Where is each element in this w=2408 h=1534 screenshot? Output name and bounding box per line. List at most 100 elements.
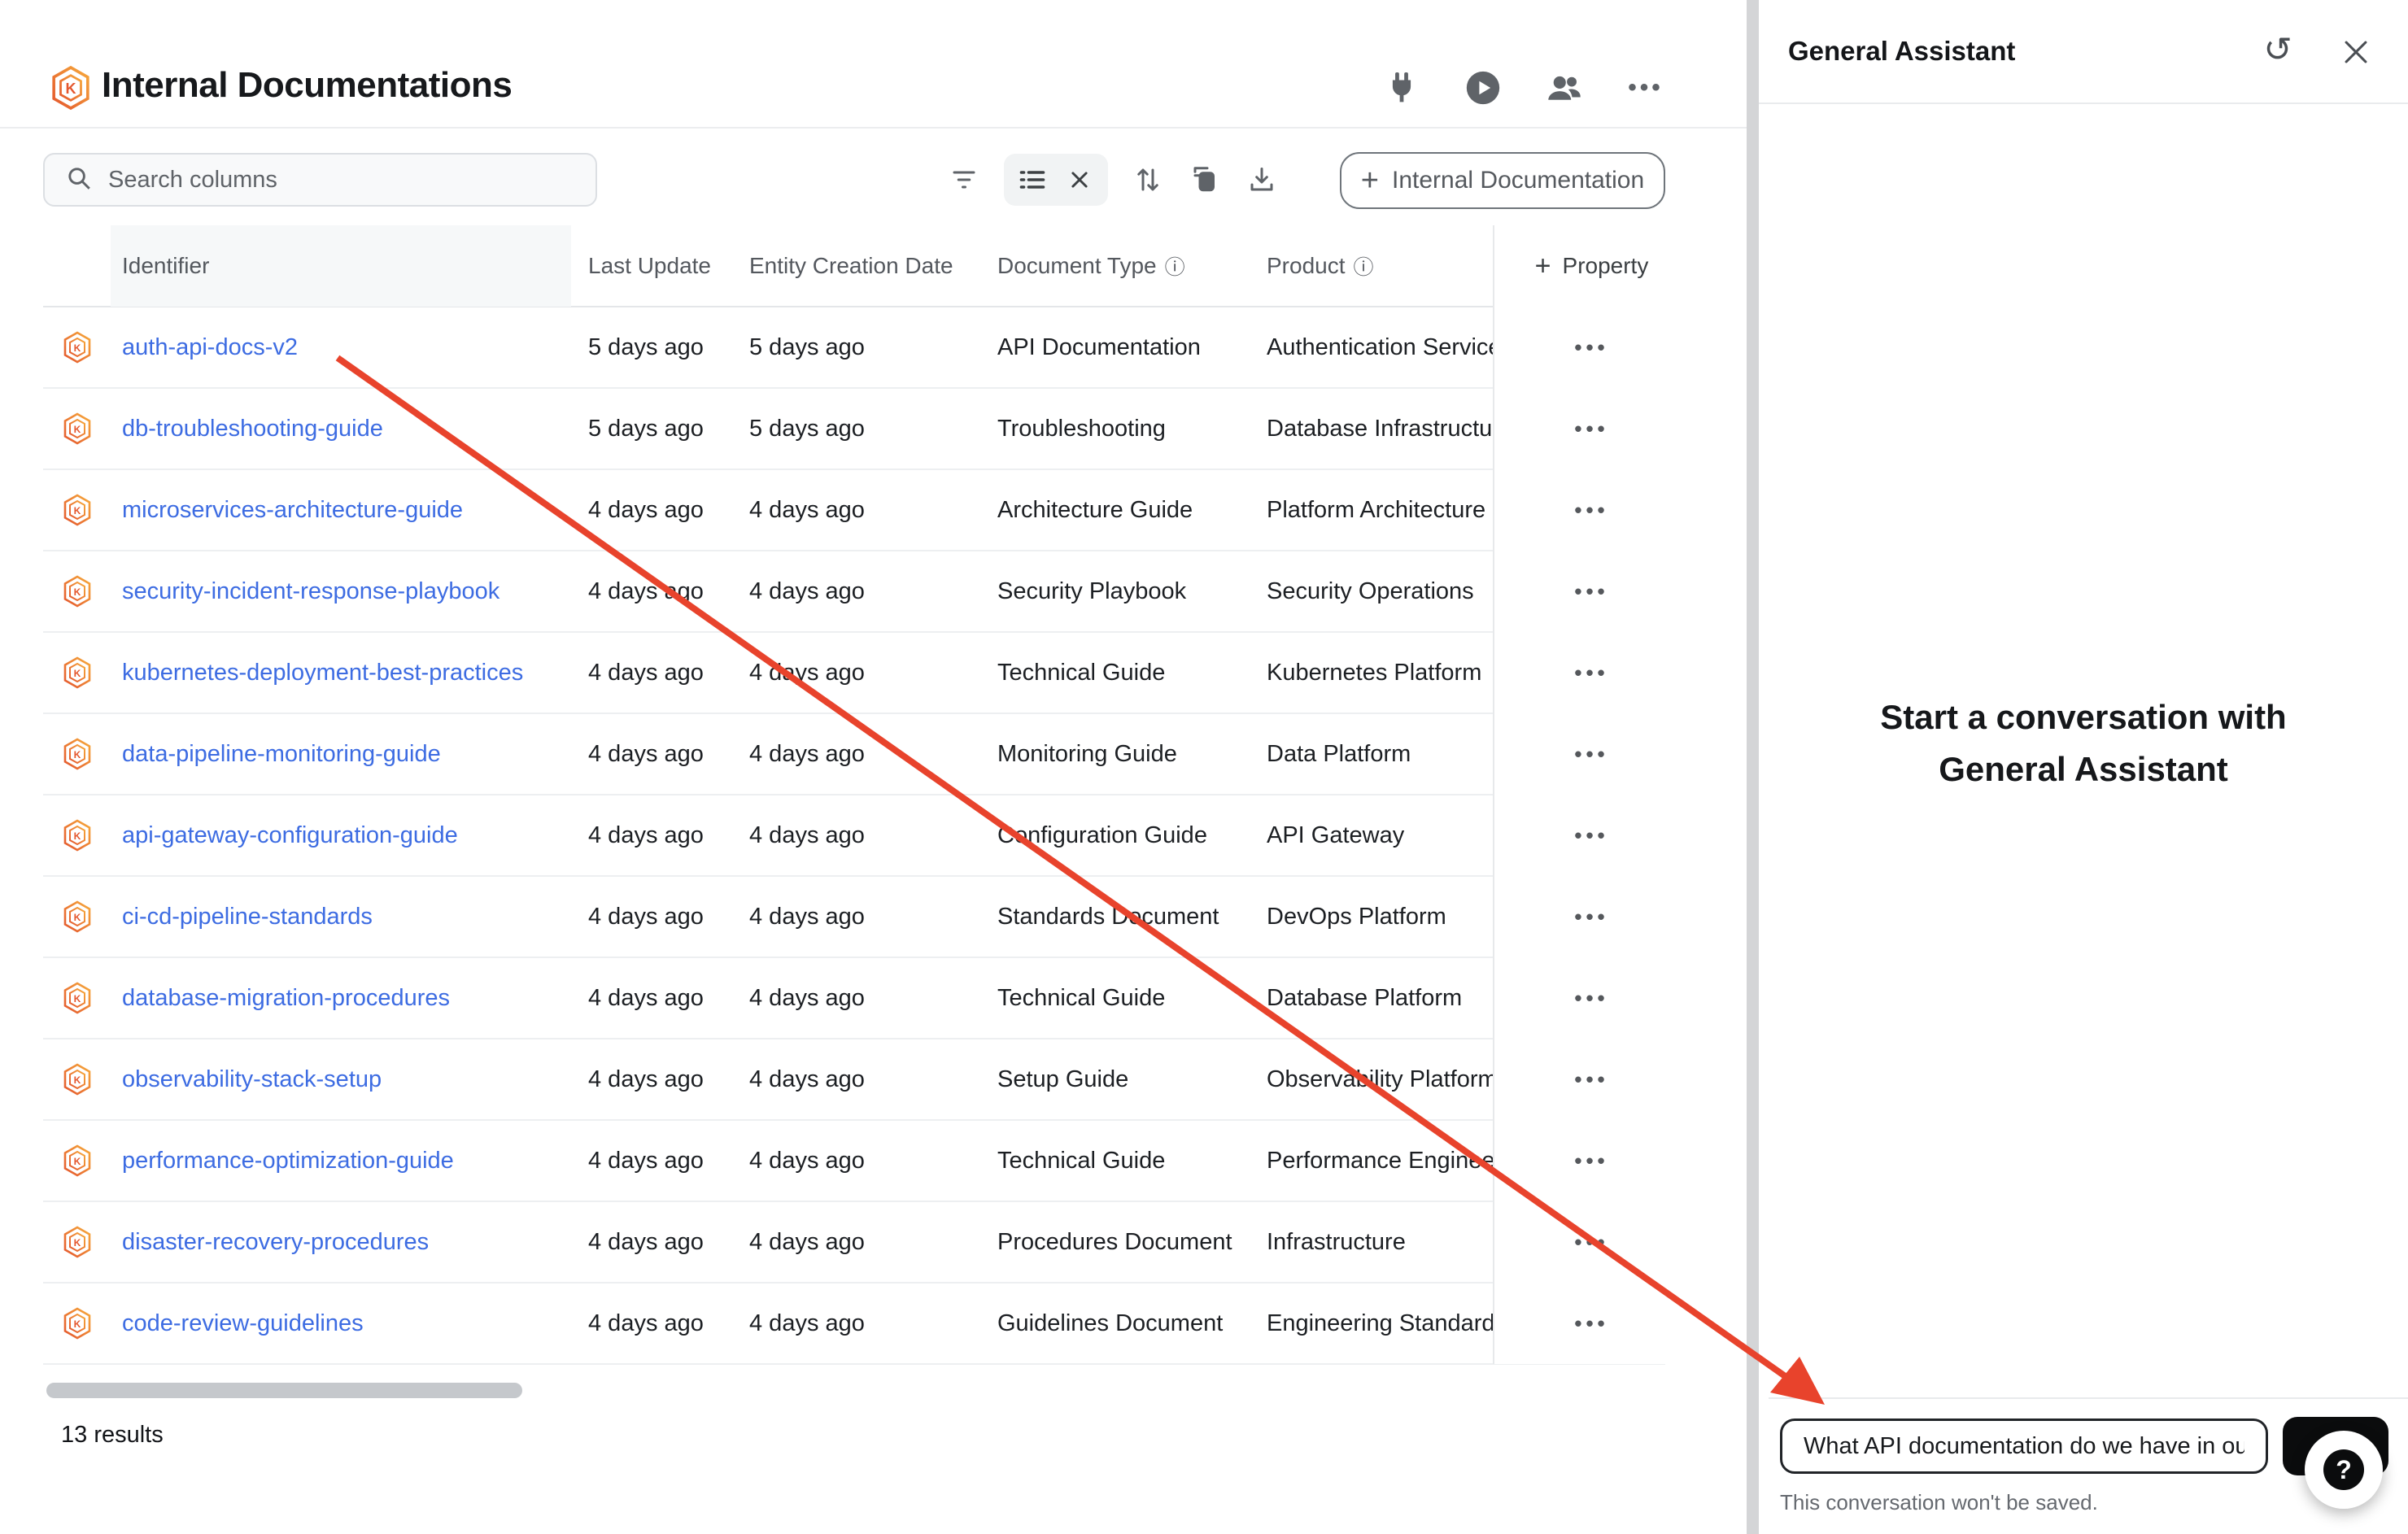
entity-creation-date-cell: 4 days ago xyxy=(732,741,980,768)
search-input[interactable] xyxy=(108,167,564,194)
row-menu-icon[interactable]: ••• xyxy=(1574,1230,1608,1255)
table-row: Kdata-pipeline-monitoring-guide 4 days ag… xyxy=(43,714,1665,795)
column-header-product[interactable]: Product ⓘ xyxy=(1250,251,1493,281)
download-icon[interactable] xyxy=(1233,154,1290,206)
list-view-icon[interactable] xyxy=(1009,154,1056,206)
last-update-cell: 4 days ago xyxy=(571,1148,732,1174)
row-menu-icon[interactable]: ••• xyxy=(1574,986,1608,1011)
identifier-link[interactable]: microservices-architecture-guide xyxy=(122,497,463,523)
panel-divider[interactable] xyxy=(1747,0,1759,1534)
row-menu-icon[interactable]: ••• xyxy=(1574,660,1608,686)
row-menu-icon[interactable]: ••• xyxy=(1574,823,1608,848)
entity-creation-date-cell: 4 days ago xyxy=(732,1310,980,1337)
row-menu-icon[interactable]: ••• xyxy=(1574,1148,1608,1174)
filter-icon[interactable] xyxy=(936,154,992,206)
row-actions-cell: ••• xyxy=(1493,713,1689,795)
table-row: Kmicroservices-architecture-guide 4 days … xyxy=(43,470,1665,551)
table-row: Kdisaster-recovery-procedures 4 days ago4… xyxy=(43,1202,1665,1283)
identifier-cell: microservices-architecture-guide xyxy=(111,497,571,524)
identifier-cell: database-migration-procedures xyxy=(111,985,571,1012)
add-property-button[interactable]: + Property xyxy=(1493,225,1689,307)
row-menu-icon[interactable]: ••• xyxy=(1574,335,1608,360)
svg-text:K: K xyxy=(73,505,81,516)
add-internal-documentation-button[interactable]: + Internal Documentation xyxy=(1340,152,1665,209)
row-menu-icon[interactable]: ••• xyxy=(1574,498,1608,523)
identifier-link[interactable]: db-troubleshooting-guide xyxy=(122,416,383,442)
product-cell: Platform Architecture xyxy=(1250,497,1493,524)
plug-icon[interactable] xyxy=(1382,68,1421,107)
entity-creation-date-cell: 5 days ago xyxy=(732,416,980,442)
row-menu-icon[interactable]: ••• xyxy=(1574,904,1608,930)
help-widget[interactable]: ? xyxy=(2305,1431,2383,1509)
search-box[interactable] xyxy=(43,153,597,207)
row-menu-icon[interactable]: ••• xyxy=(1574,1067,1608,1092)
document-type-cell: Monitoring Guide xyxy=(980,741,1250,768)
reset-conversation-icon[interactable]: ↺ xyxy=(2258,33,2297,72)
row-actions-cell: ••• xyxy=(1493,632,1689,713)
column-header-identifier[interactable]: Identifier xyxy=(111,225,571,307)
table-row: Kauth-api-docs-v25 days ago5 days agoAPI… xyxy=(43,307,1665,389)
identifier-link[interactable]: disaster-recovery-procedures xyxy=(122,1229,429,1255)
identifier-link[interactable]: api-gateway-configuration-guide xyxy=(122,822,458,848)
plus-icon: + xyxy=(1535,251,1551,282)
row-menu-icon[interactable]: ••• xyxy=(1574,1311,1608,1336)
last-update-cell: 4 days ago xyxy=(571,497,732,524)
table-row: Kcode-review-guidelines4 days ago4 days … xyxy=(43,1283,1665,1365)
assistant-panel-header: General Assistant ↺ xyxy=(1759,0,2408,104)
users-icon[interactable] xyxy=(1545,68,1584,107)
blueprint-icon: K xyxy=(43,494,111,526)
identifier-link[interactable]: ci-cd-pipeline-standards xyxy=(122,904,373,930)
identifier-cell: db-troubleshooting-guide xyxy=(111,416,571,442)
row-menu-icon[interactable]: ••• xyxy=(1574,742,1608,767)
clear-view-icon[interactable] xyxy=(1056,154,1103,206)
copy-icon[interactable] xyxy=(1176,154,1233,206)
row-actions-cell: ••• xyxy=(1493,957,1689,1039)
row-actions-cell: ••• xyxy=(1493,469,1689,551)
blueprint-icon: K xyxy=(43,1307,111,1340)
blueprint-icon: K xyxy=(43,1226,111,1258)
identifier-link[interactable]: database-migration-procedures xyxy=(122,985,450,1011)
identifier-link[interactable]: code-review-guidelines xyxy=(122,1310,364,1336)
entity-creation-date-cell: 4 days ago xyxy=(732,1229,980,1256)
identifier-link[interactable]: observability-stack-setup xyxy=(122,1066,382,1092)
svg-text:K: K xyxy=(73,993,81,1005)
page: K Internal Documentations xyxy=(0,0,2408,1534)
identifier-link[interactable]: data-pipeline-monitoring-guide xyxy=(122,741,441,767)
horizontal-scrollbar[interactable] xyxy=(46,1383,522,1398)
document-type-cell: Technical Guide xyxy=(980,660,1250,686)
assistant-message-input[interactable] xyxy=(1780,1419,2268,1474)
row-menu-icon[interactable]: ••• xyxy=(1574,579,1608,604)
identifier-cell: kubernetes-deployment-best-practices xyxy=(111,660,571,686)
identifier-link[interactable]: security-incident-response-playbook xyxy=(122,578,499,604)
row-actions-cell: ••• xyxy=(1493,551,1689,632)
identifier-link[interactable]: kubernetes-deployment-best-practices xyxy=(122,660,523,686)
column-header-document-type[interactable]: Document Type ⓘ xyxy=(980,251,1250,281)
document-type-cell: Troubleshooting xyxy=(980,416,1250,442)
last-update-cell: 4 days ago xyxy=(571,1229,732,1256)
column-header-last-update[interactable]: Last Update xyxy=(571,253,732,279)
last-update-cell: 5 days ago xyxy=(571,416,732,442)
info-icon: ⓘ xyxy=(1354,251,1374,281)
more-options-icon[interactable]: ••• xyxy=(1626,68,1665,107)
row-menu-icon[interactable]: ••• xyxy=(1574,416,1608,442)
blueprint-icon: K xyxy=(43,738,111,770)
entity-creation-date-cell: 4 days ago xyxy=(732,1066,980,1093)
app-logo-icon: K xyxy=(50,65,91,115)
play-circle-icon[interactable] xyxy=(1464,68,1503,107)
product-cell: Infrastructure xyxy=(1250,1229,1493,1256)
close-panel-icon[interactable] xyxy=(2336,33,2375,72)
identifier-link[interactable]: auth-api-docs-v2 xyxy=(122,334,298,360)
entity-creation-date-cell: 4 days ago xyxy=(732,985,980,1012)
entity-creation-date-cell: 4 days ago xyxy=(732,904,980,930)
row-actions-cell: ••• xyxy=(1493,307,1689,388)
entity-creation-date-cell: 5 days ago xyxy=(732,334,980,361)
identifier-link[interactable]: performance-optimization-guide xyxy=(122,1148,454,1174)
column-header-entity-creation-date[interactable]: Entity Creation Date xyxy=(732,253,980,279)
blueprint-icon: K xyxy=(43,819,111,852)
identifier-cell: observability-stack-setup xyxy=(111,1066,571,1093)
identifier-cell: disaster-recovery-procedures xyxy=(111,1229,571,1256)
identifier-cell: ci-cd-pipeline-standards xyxy=(111,904,571,930)
help-icon: ? xyxy=(2323,1449,2364,1490)
table-header-row: Identifier Last Update Entity Creation D… xyxy=(43,226,1665,307)
sort-icon[interactable] xyxy=(1119,154,1176,206)
